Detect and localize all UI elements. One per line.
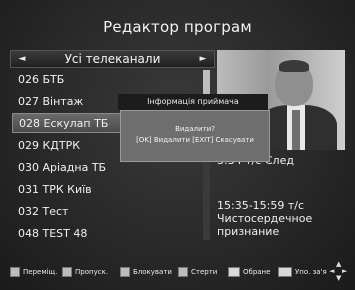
delete-button-label: Стерти <box>191 268 218 276</box>
delete-button[interactable]: Стерти <box>178 265 217 279</box>
sort-key-icon <box>278 267 292 277</box>
lock-button-label: Блокувати <box>133 268 172 276</box>
move-button[interactable]: Переміщ. <box>10 265 57 279</box>
channel-row[interactable]: 031 ТРК Київ <box>18 180 208 200</box>
page-title: Редактор програм <box>103 18 252 36</box>
yellow-key-icon <box>120 267 130 277</box>
favorite-button[interactable]: Обране <box>228 265 270 279</box>
dialog-question: Видалити? <box>175 125 215 133</box>
favorite-button-label: Обране <box>243 268 271 276</box>
channel-row[interactable]: 032 Тест <box>18 202 208 222</box>
dialog-hint: [OK] Видалити [EXIT] Скасувати <box>136 136 254 144</box>
channel-group-label: Усі телеканали <box>64 52 161 66</box>
skip-button[interactable]: Пропуск. <box>62 265 108 279</box>
sort-button-label: Упо. за'я <box>295 268 327 276</box>
channel-group-selector[interactable]: ◄ Усі телеканали ► <box>10 50 215 68</box>
move-button-label: Переміщ. <box>23 268 58 276</box>
favorite-key-icon <box>228 267 240 277</box>
left-arrow-icon[interactable]: ◄ <box>15 51 29 67</box>
program-info-next-title-2: признание <box>217 225 280 238</box>
sort-button[interactable]: Упо. за'я <box>278 265 327 279</box>
program-info: 3:34 т/с След 15:35-15:59 т/с Чистосерде… <box>217 150 345 240</box>
dialog-title: Інформація приймача <box>118 94 268 110</box>
lock-button[interactable]: Блокувати <box>120 265 172 279</box>
blue-key-icon <box>178 267 188 277</box>
right-arrow-icon[interactable]: ► <box>196 51 210 67</box>
delete-confirm-dialog: Видалити? [OK] Видалити [EXIT] Скасувати <box>120 110 270 162</box>
program-info-next-time: 15:35-15:59 т/с <box>217 199 305 212</box>
navigation-pad-icon: ▲ ◄ ► ▼ <box>329 260 348 282</box>
channel-row[interactable]: 048 TEST 48 <box>18 224 208 244</box>
footer-legend: Переміщ. Пропуск. Блокувати Стерти Обран… <box>0 263 355 281</box>
skip-button-label: Пропуск. <box>75 268 109 276</box>
program-info-next-title: Чистосердечное <box>217 212 313 225</box>
green-key-icon <box>62 267 72 277</box>
screen: Редактор програм ◄ Усі телеканали ► 026 … <box>0 0 355 290</box>
red-key-icon <box>10 267 20 277</box>
channel-row[interactable]: 026 БТБ <box>18 70 208 90</box>
